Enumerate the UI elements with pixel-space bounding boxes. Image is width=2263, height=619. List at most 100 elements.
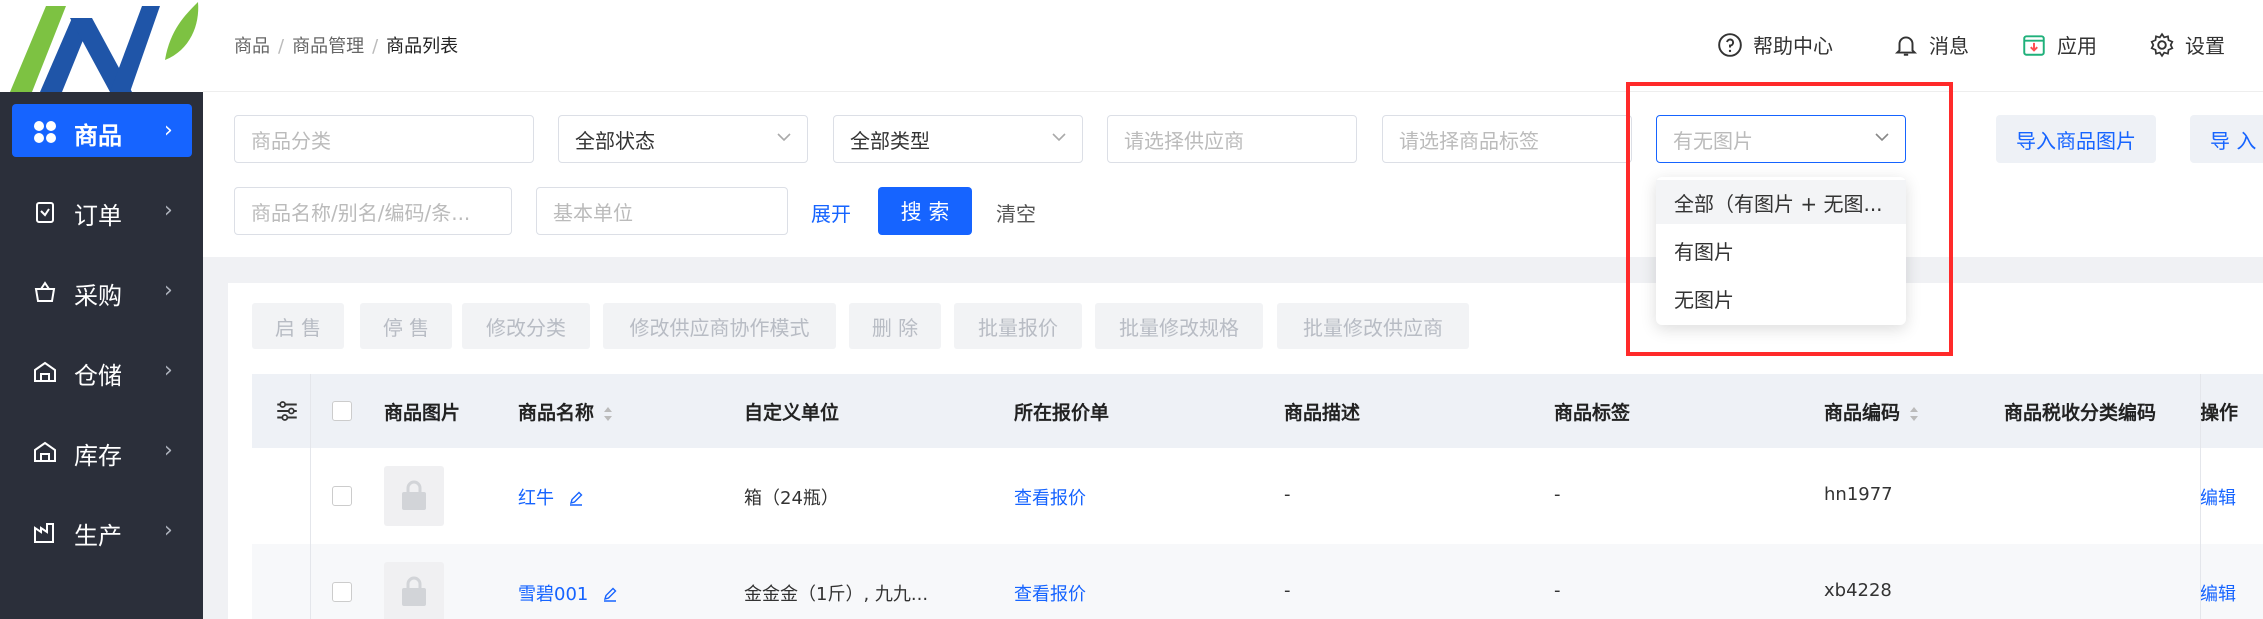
table-row: 红牛 箱（24瓶） 查看报价 - - hn1977 编辑: [252, 448, 2263, 544]
clear-button[interactable]: 清空: [996, 198, 1036, 227]
view-quote-link[interactable]: 查看报价: [1014, 484, 1086, 510]
type-select[interactable]: 全部类型: [833, 115, 1083, 163]
help-icon: [1718, 32, 1742, 57]
search-button[interactable]: 搜 索: [878, 187, 972, 235]
breadcrumb-item[interactable]: 商品: [234, 36, 270, 57]
breadcrumb-item[interactable]: 商品管理: [292, 36, 364, 57]
col-image: 商品图片: [384, 402, 461, 424]
status-select[interactable]: 全部状态: [558, 115, 808, 163]
sidebar-item-label: 生产: [74, 522, 122, 550]
unit-cell: 箱（24瓶）: [744, 488, 839, 509]
col-tax-code: 商品税收分类编码: [2004, 402, 2157, 424]
change-category-button[interactable]: 修改分类: [462, 303, 590, 349]
sidebar-item-product[interactable]: 商品 ›: [0, 92, 203, 172]
chevron-right-icon: ›: [164, 518, 173, 543]
delete-button[interactable]: 删 除: [849, 303, 941, 349]
product-thumbnail[interactable]: [384, 466, 444, 526]
batch-supplier-button[interactable]: 批量修改供应商: [1277, 303, 1469, 349]
import-button[interactable]: 导 入: [2190, 115, 2263, 163]
tag-cell: -: [1554, 580, 1561, 601]
supplier-select[interactable]: 请选择供应商: [1107, 115, 1357, 163]
highlight-annotation-box: [1626, 82, 1953, 356]
edit-link[interactable]: 编辑: [2200, 580, 2236, 606]
image-placeholder-icon: [402, 480, 426, 510]
batch-spec-button[interactable]: 批量修改规格: [1095, 303, 1263, 349]
product-name-link[interactable]: 红牛: [518, 484, 584, 510]
product-icon: [34, 121, 56, 143]
sidebar-item-warehouse[interactable]: 仓储 ›: [0, 332, 203, 412]
fixed-column-divider: [310, 374, 311, 619]
unit-cell: 金金金（1斤）, 九九...: [744, 584, 929, 605]
messages-button[interactable]: 消息: [1893, 30, 1969, 59]
top-header: 商品 / 商品管理 / 商品列表 帮助中心 消息 应用 设置: [203, 0, 2263, 92]
row-checkbox[interactable]: [332, 582, 352, 602]
col-desc: 商品描述: [1284, 402, 1361, 424]
sidebar-item-label: 库存: [74, 442, 122, 470]
inventory-icon: [34, 441, 56, 462]
bell-icon: [1894, 35, 1918, 56]
desc-cell: -: [1284, 484, 1291, 505]
help-center-button[interactable]: 帮助中心: [1717, 30, 1833, 59]
chevron-right-icon: ›: [164, 198, 173, 223]
col-code[interactable]: 商品编码: [1824, 398, 1920, 425]
sidebar: 商品 › 订单 › 采购 › 仓储 › 库存 › 生产 ›: [0, 0, 203, 619]
sidebar-item-label: 采购: [74, 282, 122, 310]
sidebar-nav: 商品 › 订单 › 采购 › 仓储 › 库存 › 生产 ›: [0, 92, 203, 572]
category-select[interactable]: 商品分类: [234, 115, 534, 163]
col-quote: 所在报价单: [1014, 402, 1110, 424]
desc-cell: -: [1284, 580, 1291, 601]
enable-sale-button[interactable]: 启 售: [252, 303, 344, 349]
select-all-checkbox[interactable]: [332, 401, 352, 421]
production-icon: [34, 523, 54, 543]
chevron-right-icon: ›: [164, 358, 173, 383]
sidebar-item-label: 仓储: [74, 362, 122, 390]
row-checkbox[interactable]: [332, 486, 352, 506]
settings-button[interactable]: 设置: [2149, 30, 2225, 59]
change-supplier-mode-button[interactable]: 修改供应商协作模式: [603, 303, 836, 349]
tag-select[interactable]: 请选择商品标签: [1382, 115, 1632, 163]
edit-link[interactable]: 编辑: [2200, 484, 2236, 510]
table-row: 雪碧001 金金金（1斤）, 九九... 查看报价 - - xb4228 编辑: [252, 544, 2263, 619]
col-name[interactable]: 商品名称: [518, 398, 614, 425]
sort-icon[interactable]: [602, 404, 614, 424]
chevron-right-icon: ›: [164, 278, 173, 303]
app-logo[interactable]: [0, 0, 203, 92]
image-placeholder-icon: [402, 576, 426, 606]
ops-column-divider: [2200, 374, 2201, 619]
product-name-link[interactable]: 雪碧001: [518, 580, 618, 606]
code-cell: hn1977: [1824, 484, 1893, 505]
sort-icon[interactable]: [1908, 404, 1920, 424]
code-cell: xb4228: [1824, 580, 1892, 601]
base-unit-input[interactable]: 基本单位: [536, 187, 788, 235]
import-images-button[interactable]: 导入商品图片: [1996, 115, 2156, 163]
edit-pencil-icon[interactable]: [568, 490, 584, 506]
gear-icon: [2150, 32, 2174, 57]
col-ops: 操作: [2200, 402, 2239, 424]
sidebar-item-label: 商品: [74, 122, 122, 150]
logo-icon: [10, 2, 199, 92]
disable-sale-button[interactable]: 停 售: [360, 303, 452, 349]
tag-cell: -: [1554, 484, 1561, 505]
purchase-icon: [34, 281, 56, 302]
product-name-search-input[interactable]: 商品名称/别名/编码/条...: [234, 187, 512, 235]
chevron-right-icon: ›: [164, 118, 173, 143]
breadcrumb: 商品 / 商品管理 / 商品列表: [234, 36, 459, 57]
col-tag: 商品标签: [1554, 402, 1631, 424]
edit-pencil-icon[interactable]: [602, 586, 618, 602]
batch-quote-button[interactable]: 批量报价: [954, 303, 1082, 349]
product-thumbnail[interactable]: [384, 562, 444, 619]
breadcrumb-current: 商品列表: [386, 36, 459, 57]
sidebar-item-production[interactable]: 生产 ›: [0, 492, 203, 572]
sidebar-item-inventory[interactable]: 库存 ›: [0, 412, 203, 492]
column-settings-icon[interactable]: [274, 398, 300, 424]
app-download-icon: [2023, 34, 2045, 56]
sidebar-item-purchase[interactable]: 采购 ›: [0, 252, 203, 332]
chevron-down-icon: [777, 133, 791, 142]
view-quote-link[interactable]: 查看报价: [1014, 580, 1086, 606]
apps-button[interactable]: 应用: [2021, 30, 2097, 59]
chevron-down-icon: [1052, 133, 1066, 142]
warehouse-icon: [34, 361, 56, 382]
order-icon: [36, 202, 54, 223]
expand-filters-link[interactable]: 展开: [811, 198, 851, 227]
sidebar-item-order[interactable]: 订单 ›: [0, 172, 203, 252]
